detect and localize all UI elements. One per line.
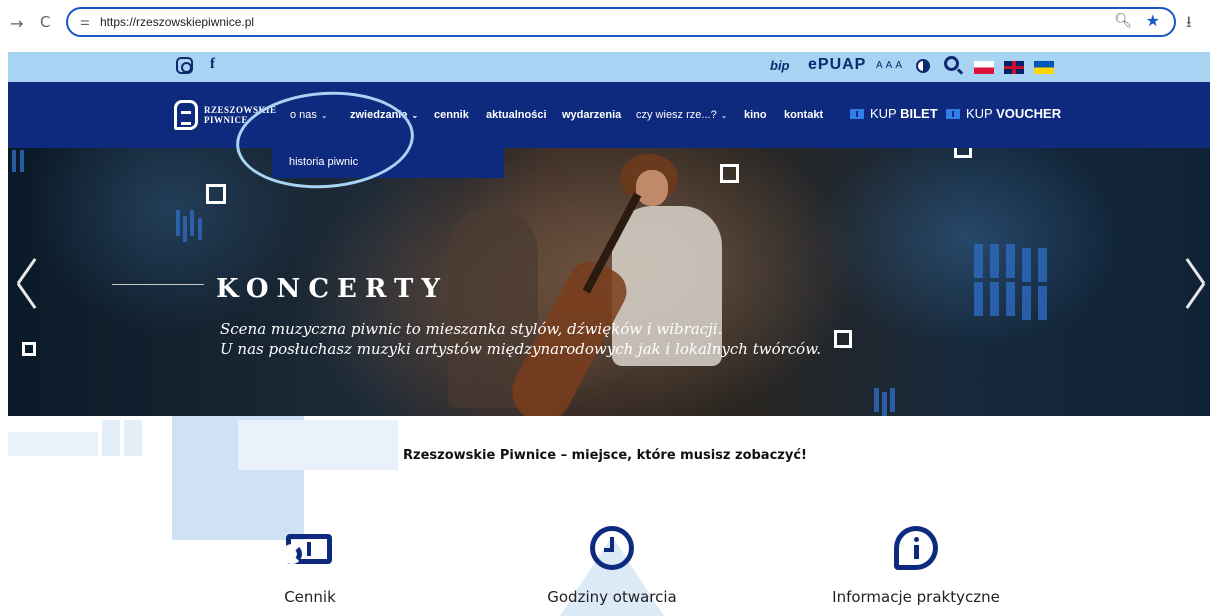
bookmark-star-icon[interactable]: ★ <box>1146 11 1160 30</box>
decor-bar <box>890 388 895 412</box>
bip-link[interactable]: bip <box>770 58 790 73</box>
decor-bar <box>198 218 202 240</box>
logo-icon[interactable] <box>174 100 198 130</box>
info-item-informacje-praktyczne[interactable]: Informacje praktyczne <box>806 526 1026 606</box>
decor-bar <box>1006 282 1015 316</box>
hero-slider: KONCERTY Scena muzyczna piwnic to miesza… <box>8 148 1210 416</box>
decor-bar <box>190 210 194 236</box>
info-label: Godziny otwarcia <box>547 588 677 606</box>
decor-square <box>954 148 972 158</box>
tagline: Rzeszowskie Piwnice – miejsce, które mus… <box>403 448 807 463</box>
slider-prev-icon[interactable] <box>18 258 44 308</box>
ticket-icon <box>282 534 332 564</box>
flag-uk-icon[interactable] <box>1004 61 1024 74</box>
decor-square <box>720 164 739 183</box>
decor-square <box>206 184 226 204</box>
decor-bar <box>882 392 887 416</box>
hero-title-rule <box>112 284 204 285</box>
search-icon[interactable] <box>944 56 959 71</box>
slider-next-icon[interactable] <box>1178 258 1204 308</box>
ticket-icon <box>850 109 864 119</box>
info-label: Cennik <box>284 588 336 606</box>
decor-bar <box>176 210 180 236</box>
flag-pl-icon[interactable] <box>974 61 994 74</box>
info-item-godziny-otwarcia[interactable]: Godziny otwarcia <box>502 526 722 606</box>
info-label: Informacje praktyczne <box>832 588 1000 606</box>
url-text[interactable]: https://rzeszowskiepiwnice.pl <box>100 15 254 29</box>
decor-bar <box>12 150 16 172</box>
decor-bar <box>1006 244 1015 278</box>
info-item-cennik[interactable]: Cennik <box>200 526 420 606</box>
decor-bar <box>1038 286 1047 320</box>
ticket-icon <box>946 109 960 119</box>
chevron-down-icon: ⌄ <box>720 111 728 120</box>
browser-toolbar: → C ⚌ https://rzeszowskiepiwnice.pl 🔍︎ ★… <box>0 0 1210 52</box>
decor-bar <box>990 282 999 316</box>
decor-bar <box>974 282 983 316</box>
zoom-icon[interactable]: 🔍︎ <box>1114 13 1132 29</box>
chevron-down-icon: ⌄ <box>411 111 419 120</box>
decor-bar <box>874 388 879 412</box>
nav-item-czy-wiesz[interactable]: czy wiesz rze...? ⌄ <box>636 109 727 121</box>
decor-bar <box>1022 286 1031 320</box>
contrast-icon[interactable] <box>916 59 930 73</box>
main-navigation: RZESZOWSKIE PIWNICE o nas ⌄ zwiedzanie ⌄ ce… <box>8 82 1210 148</box>
nav-item-cennik[interactable]: cennik <box>434 109 469 121</box>
decor-bar <box>183 216 187 242</box>
decor-bar <box>20 150 24 172</box>
forward-icon[interactable]: → <box>10 14 23 33</box>
hero-title: KONCERTY <box>216 274 448 304</box>
nav-item-kontakt[interactable]: kontakt <box>784 109 823 121</box>
font-size-toggle[interactable]: AAA <box>876 60 905 71</box>
decor-square <box>834 330 852 348</box>
buy-voucher-button[interactable]: KUP VOUCHER <box>946 106 1061 121</box>
flag-ua-icon[interactable] <box>1034 61 1054 74</box>
instagram-icon[interactable] <box>176 57 193 74</box>
hero-image-cellist-face <box>636 170 668 206</box>
facebook-icon[interactable]: f <box>210 56 215 73</box>
hero-subtitle-line1: Scena muzyczna piwnic to mieszanka styló… <box>220 320 723 338</box>
download-icon[interactable]: ⭳ <box>1186 11 1192 38</box>
decor-bar <box>1038 248 1047 282</box>
nav-item-kino[interactable]: kino <box>744 109 767 121</box>
site-info-icon[interactable]: ⚌ <box>80 15 90 28</box>
buy-ticket-button[interactable]: KUP BILET <box>850 106 938 121</box>
decor-bar <box>1022 248 1031 282</box>
clock-icon <box>590 526 634 570</box>
decor-square <box>22 342 36 356</box>
utility-bar: f bip ePUAP AAA <box>8 52 1210 82</box>
nav-item-wydarzenia[interactable]: wydarzenia <box>562 109 621 121</box>
nav-item-aktualnosci[interactable]: aktualności <box>486 109 547 121</box>
reload-icon[interactable]: C <box>40 13 50 31</box>
decor-bar <box>990 244 999 278</box>
address-bar[interactable]: ⚌ https://rzeszowskiepiwnice.pl 🔍︎ ★ <box>66 7 1176 37</box>
hero-subtitle-line2: U nas posłuchasz muzyki artystów międzyn… <box>220 340 822 358</box>
decor-bar <box>974 244 983 278</box>
info-icon <box>894 526 938 570</box>
epuap-link[interactable]: ePUAP <box>808 56 866 74</box>
